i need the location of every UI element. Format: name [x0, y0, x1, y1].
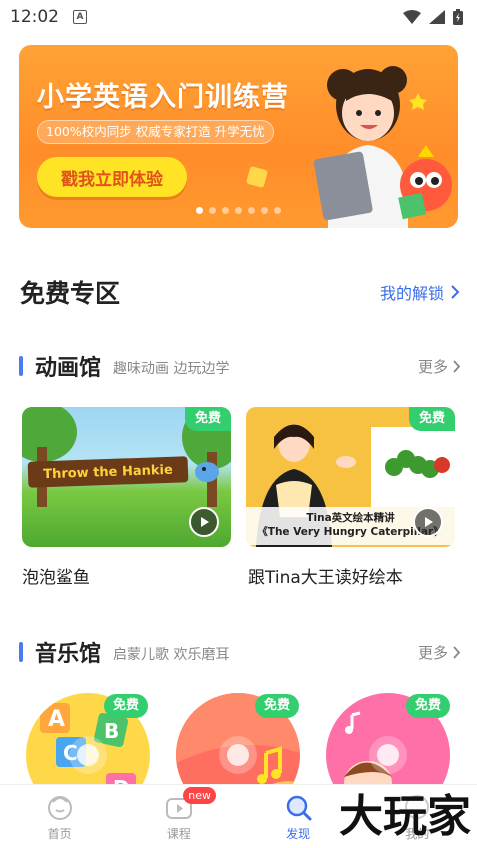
animation-desc: 趣味动画 边玩边学 — [113, 361, 230, 377]
more-label: 更多 — [417, 643, 448, 662]
banner-cta-button[interactable]: 戳我立即体验 — [37, 157, 187, 197]
bottom-navigation: 首页 课程 new 发现 我的 大玩家 — [0, 784, 477, 848]
new-badge: new — [183, 787, 216, 804]
pagination-dot[interactable] — [209, 207, 216, 214]
animation-card[interactable]: Tina英文绘本精讲 《The Very Hungry Caterpillar》… — [246, 407, 455, 547]
animation-section-header: 动画馆 趣味动画 边玩边学 更多 — [19, 350, 461, 382]
disc-center — [377, 744, 399, 766]
pagination-dot[interactable] — [274, 207, 281, 214]
status-bar: 12:02 A — [0, 0, 477, 34]
play-icon — [425, 517, 433, 527]
banner-subtitle: 100%校内同步 权威专家打造 升学无忧 — [37, 120, 274, 144]
disc-center — [77, 744, 99, 766]
banner-girl-illustration — [313, 66, 452, 228]
svg-text:B: B — [104, 719, 119, 743]
svg-text:A: A — [48, 707, 65, 732]
music-section-header: 音乐馆 启蒙儿歌 欢乐磨耳 更多 — [19, 636, 461, 668]
pagination-dot[interactable] — [222, 207, 229, 214]
nav-home[interactable]: 首页 — [0, 785, 119, 848]
free-tag: 免费 — [408, 407, 455, 431]
banner-pagination — [19, 207, 458, 214]
search-icon — [286, 795, 312, 820]
disc-center — [227, 744, 249, 766]
my-unlocks-label: 我的解锁 — [379, 284, 444, 303]
signal-icon — [429, 10, 445, 24]
more-label: 更多 — [417, 357, 448, 376]
battery-icon — [453, 9, 463, 25]
play-button[interactable] — [413, 507, 443, 537]
pagination-dot[interactable] — [261, 207, 268, 214]
play-icon — [201, 517, 209, 527]
promo-banner[interactable]: 小学英语入门训练营 100%校内同步 权威专家打造 升学无忧 戳我立即体验 — [19, 45, 458, 228]
my-unlocks-link[interactable]: 我的解锁 — [380, 280, 460, 304]
free-tag: 免费 — [255, 694, 300, 718]
free-zone-header: 免费专区 我的解锁 — [20, 272, 460, 312]
nav-course[interactable]: 课程 new — [119, 785, 238, 848]
pagination-dot[interactable] — [248, 207, 255, 214]
nav-home-label: 首页 — [47, 826, 72, 841]
pagination-dot[interactable] — [196, 207, 203, 214]
free-tag: 免费 — [104, 694, 149, 718]
play-button[interactable] — [189, 507, 219, 537]
music-desc: 启蒙儿歌 欢乐磨耳 — [113, 647, 230, 663]
notification-icon: A — [73, 10, 87, 24]
nav-course-label: 课程 — [166, 826, 191, 841]
wifi-icon — [403, 10, 421, 24]
free-zone-title: 免费专区 — [20, 279, 121, 308]
cube-decoration-icon — [246, 166, 268, 188]
chevron-right-icon — [451, 285, 460, 299]
animation-card-title[interactable]: 泡泡鲨鱼 — [22, 563, 90, 588]
chevron-right-icon — [453, 645, 461, 659]
watermark-logo: 大玩家 — [339, 791, 471, 842]
section-accent-bar — [19, 642, 23, 662]
music-title: 音乐馆 — [35, 642, 102, 667]
status-time: 12:02 — [10, 7, 59, 27]
animation-card-title[interactable]: 跟Tina大王读好绘本 — [248, 563, 403, 588]
animation-card[interactable]: Throw the Hankie 免费 — [22, 407, 231, 547]
animation-more-link[interactable]: 更多 — [418, 356, 461, 377]
pagination-dot[interactable] — [235, 207, 242, 214]
nav-discover-label: 发现 — [286, 826, 311, 841]
status-icons — [403, 9, 463, 25]
music-more-link[interactable]: 更多 — [418, 642, 461, 663]
animation-title: 动画馆 — [35, 356, 102, 381]
home-face-icon — [47, 795, 72, 820]
section-accent-bar — [19, 356, 23, 376]
chevron-right-icon — [453, 359, 461, 373]
svg-text:C: C — [63, 741, 78, 765]
free-tag: 免费 — [184, 407, 231, 431]
free-tag: 免费 — [406, 694, 451, 718]
banner-title: 小学英语入门训练营 — [37, 82, 289, 113]
